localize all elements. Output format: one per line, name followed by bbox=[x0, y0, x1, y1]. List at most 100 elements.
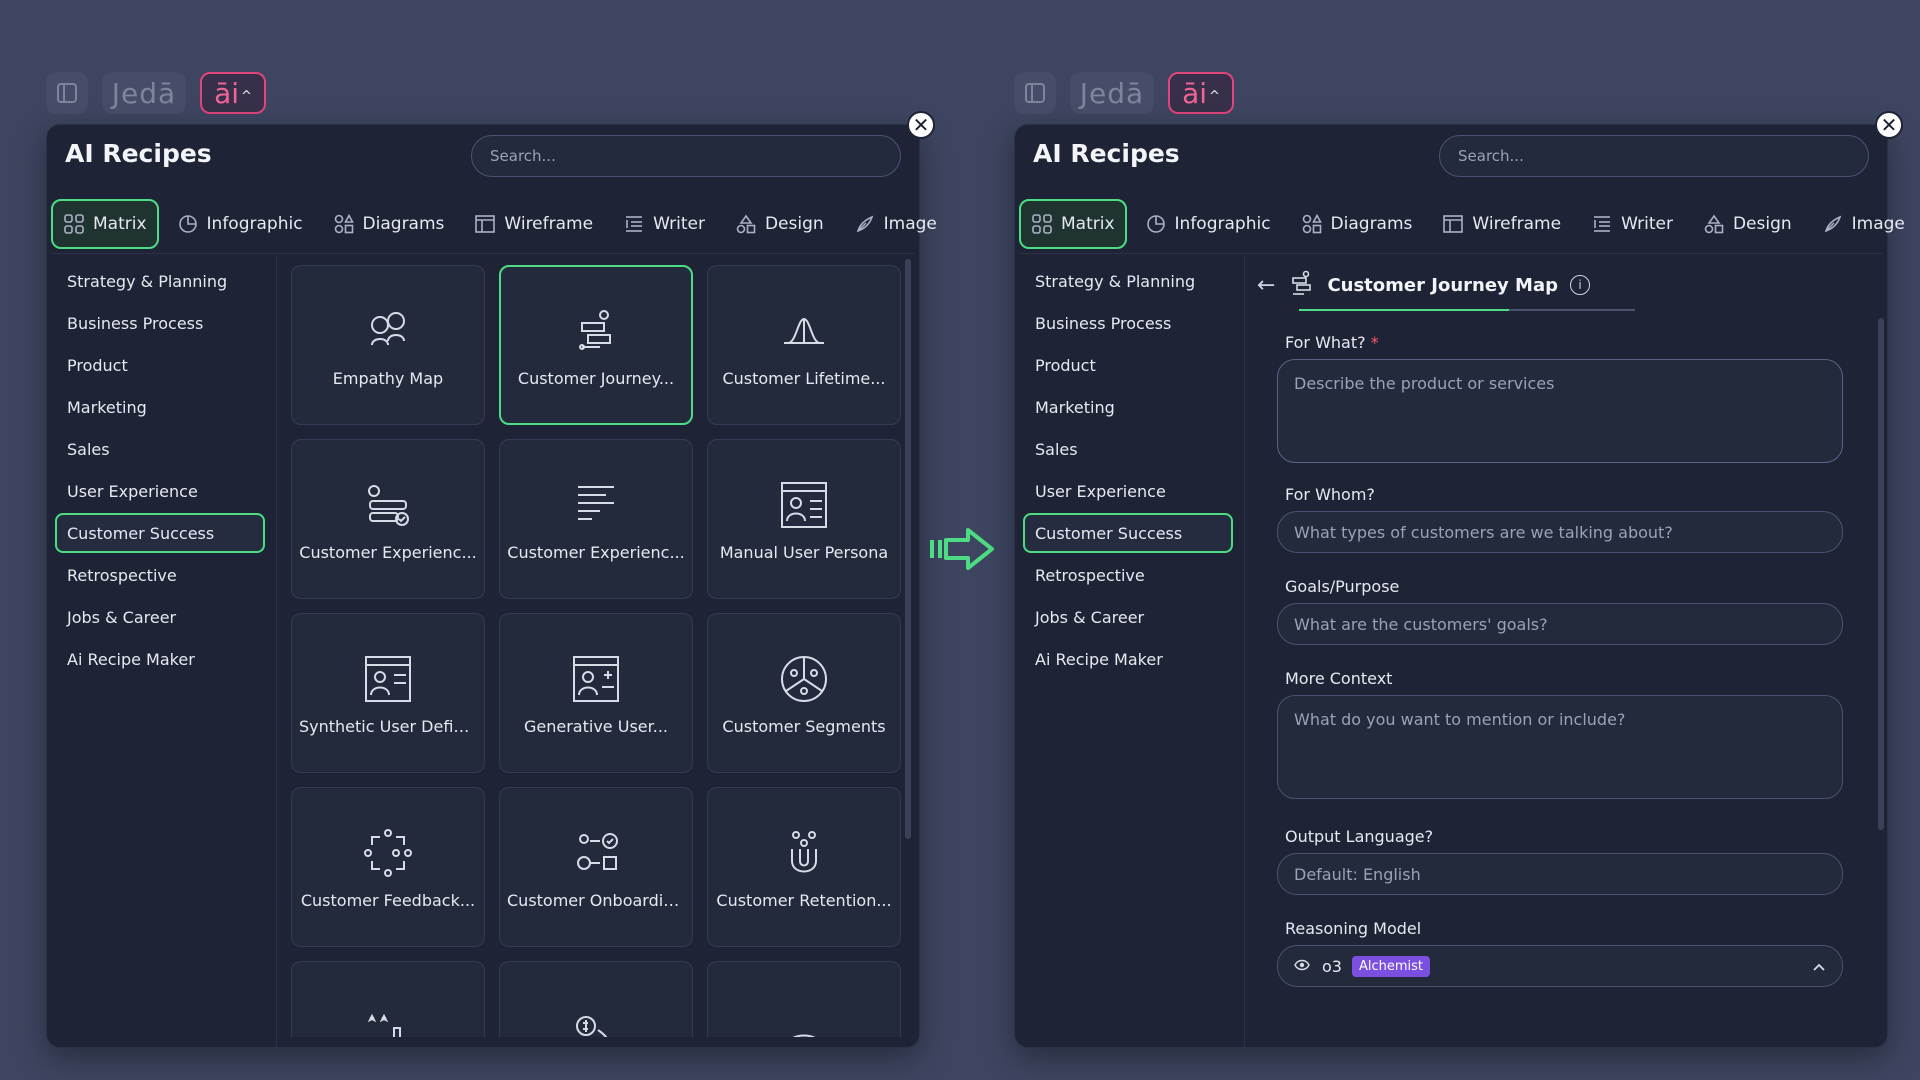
for-what-textarea[interactable]: Describe the product or services bbox=[1277, 359, 1843, 463]
goals-input[interactable]: What are the customers' goals? bbox=[1277, 603, 1843, 645]
category-tabs: Matrix Infographic Diagrams Wireframe Wr… bbox=[1019, 199, 1917, 249]
category-tabs: Matrix Infographic Diagrams Wireframe Wr… bbox=[51, 199, 949, 249]
recipe-card-customer-segments[interactable]: Customer Segments bbox=[707, 613, 901, 773]
tab-infographic[interactable]: Infographic bbox=[1133, 199, 1283, 249]
synthetic-user-icon bbox=[360, 651, 416, 707]
recipe-card-customer-lifetime[interactable]: Customer Lifetime... bbox=[707, 265, 901, 425]
chevron-up-icon[interactable] bbox=[1812, 957, 1826, 976]
grid-scrollbar[interactable] bbox=[905, 259, 911, 839]
search-input[interactable]: Search... bbox=[471, 135, 901, 177]
card-label: Customer Journey... bbox=[517, 368, 675, 388]
sidebar-item-customer-success[interactable]: Customer Success bbox=[1023, 513, 1233, 553]
tab-writer[interactable]: Writer bbox=[1579, 199, 1685, 249]
sidebar-item-marketing[interactable]: Marketing bbox=[55, 387, 265, 427]
sidebar-item-ai-recipe-maker[interactable]: Ai Recipe Maker bbox=[1023, 639, 1233, 679]
recipe-card-customer-retention[interactable]: Customer Retention... bbox=[707, 787, 901, 947]
recipe-card-empathy-map[interactable]: Empathy Map bbox=[291, 265, 485, 425]
for-whom-label: For Whom? bbox=[1285, 485, 1375, 504]
grid-icon bbox=[1031, 213, 1053, 235]
tab-design[interactable]: Design bbox=[723, 199, 836, 249]
info-icon[interactable]: i bbox=[1569, 275, 1590, 295]
tab-matrix[interactable]: Matrix bbox=[1019, 199, 1127, 249]
close-button[interactable]: ✕ bbox=[1875, 111, 1903, 139]
sidebar-item-sales[interactable]: Sales bbox=[55, 429, 265, 469]
sidebar-item-ai-recipe-maker[interactable]: Ai Recipe Maker bbox=[55, 639, 265, 679]
ai-recipes-panel-form: ✕ AI Recipes Search... Matrix Infographi… bbox=[1014, 111, 1905, 1048]
recipe-card-generative-user[interactable]: Generative User... bbox=[499, 613, 693, 773]
tab-image[interactable]: Image bbox=[1810, 199, 1917, 249]
form-scrollbar[interactable] bbox=[1878, 318, 1884, 830]
recipe-card-synthetic-user[interactable]: Synthetic User Defin... bbox=[291, 613, 485, 773]
tab-infographic[interactable]: Infographic bbox=[165, 199, 315, 249]
jeda-logo[interactable]: Jedā bbox=[1070, 72, 1154, 114]
card-label: Customer Onboardin... bbox=[507, 890, 685, 910]
sidebar-item-customer-success[interactable]: Customer Success bbox=[55, 513, 265, 553]
pie-icon bbox=[1145, 213, 1167, 235]
journey-icon bbox=[568, 303, 624, 359]
recipe-card-dome[interactable] bbox=[707, 961, 901, 1037]
tab-label: Design bbox=[1732, 214, 1792, 234]
tab-wireframe[interactable]: Wireframe bbox=[462, 199, 605, 249]
sidebar-item-product[interactable]: Product bbox=[55, 345, 265, 385]
tab-label: Writer bbox=[653, 214, 705, 234]
writer-icon bbox=[1591, 213, 1613, 235]
model-select[interactable]: o3 Alchemist bbox=[1277, 945, 1843, 987]
jeda-logo[interactable]: Jedā bbox=[102, 72, 186, 114]
sidebar-item-business-process[interactable]: Business Process bbox=[55, 303, 265, 343]
sidebar-item-jobs-career[interactable]: Jobs & Career bbox=[55, 597, 265, 637]
recipe-card-manual-user-persona[interactable]: Manual User Persona bbox=[707, 439, 901, 599]
sidebar-toggle-button[interactable] bbox=[1014, 72, 1056, 114]
language-input[interactable]: Default: English bbox=[1277, 853, 1843, 895]
recipe-card-customer-experience[interactable]: Customer Experienc... bbox=[291, 439, 485, 599]
sidebar-item-marketing[interactable]: Marketing bbox=[1023, 387, 1233, 427]
sidebar-item-user-experience[interactable]: User Experience bbox=[1023, 471, 1233, 511]
form-header: ← Customer Journey Map i bbox=[1257, 269, 1590, 301]
sidebar-divider bbox=[276, 255, 277, 1047]
pie-icon bbox=[177, 213, 199, 235]
tab-image[interactable]: Image bbox=[842, 199, 949, 249]
recipe-card-customer-feedback[interactable]: Customer Feedback... bbox=[291, 787, 485, 947]
close-button[interactable]: ✕ bbox=[907, 111, 935, 139]
design-icon bbox=[735, 213, 757, 235]
recipe-card-customer-onboarding[interactable]: Customer Onboardin... bbox=[499, 787, 693, 947]
tab-diagrams[interactable]: Diagrams bbox=[321, 199, 457, 249]
recipe-card-customer-journey[interactable]: Customer Journey... bbox=[499, 265, 693, 425]
sidebar-item-business-process[interactable]: Business Process bbox=[1023, 303, 1233, 343]
sidebar-item-product[interactable]: Product bbox=[1023, 345, 1233, 385]
rating-chart-icon bbox=[360, 1008, 416, 1037]
sidebar-item-retrospective[interactable]: Retrospective bbox=[55, 555, 265, 595]
category-sidebar: Strategy & Planning Business Process Pro… bbox=[55, 261, 265, 681]
tab-design[interactable]: Design bbox=[1691, 199, 1804, 249]
recipe-form: ← Customer Journey Map i For What? * Des… bbox=[1247, 259, 1877, 1039]
card-label: Empathy Map bbox=[332, 368, 444, 388]
sidebar-item-sales[interactable]: Sales bbox=[1023, 429, 1233, 469]
tab-label: Infographic bbox=[1174, 214, 1271, 234]
back-arrow-icon[interactable]: ← bbox=[1257, 273, 1275, 298]
ai-menu-button[interactable]: āi ^ bbox=[200, 72, 266, 114]
sidebar-item-user-experience[interactable]: User Experience bbox=[55, 471, 265, 511]
design-icon bbox=[1703, 213, 1725, 235]
dome-icon bbox=[776, 1008, 832, 1037]
sidebar-item-strategy[interactable]: Strategy & Planning bbox=[1023, 261, 1233, 301]
ai-menu-button[interactable]: āi ^ bbox=[1168, 72, 1234, 114]
card-label: Synthetic User Defin... bbox=[299, 716, 477, 736]
context-textarea[interactable]: What do you want to mention or include? bbox=[1277, 695, 1843, 799]
search-input[interactable]: Search... bbox=[1439, 135, 1869, 177]
sidebar-toggle-button[interactable] bbox=[46, 72, 88, 114]
tab-label: Matrix bbox=[1061, 214, 1115, 234]
segments-icon bbox=[776, 651, 832, 707]
tab-label: Wireframe bbox=[504, 214, 594, 234]
tab-label: Diagrams bbox=[1330, 214, 1413, 234]
experience-list-icon bbox=[568, 477, 624, 533]
for-whom-input[interactable]: What types of customers are we talking a… bbox=[1277, 511, 1843, 553]
recipe-card-customer-experience-2[interactable]: Customer Experienc... bbox=[499, 439, 693, 599]
sidebar-item-jobs-career[interactable]: Jobs & Career bbox=[1023, 597, 1233, 637]
recipe-card-money[interactable] bbox=[499, 961, 693, 1037]
tab-writer[interactable]: Writer bbox=[611, 199, 717, 249]
sidebar-item-retrospective[interactable]: Retrospective bbox=[1023, 555, 1233, 595]
recipe-card-rating-chart[interactable] bbox=[291, 961, 485, 1037]
sidebar-item-strategy[interactable]: Strategy & Planning bbox=[55, 261, 265, 301]
tab-diagrams[interactable]: Diagrams bbox=[1289, 199, 1425, 249]
tab-wireframe[interactable]: Wireframe bbox=[1430, 199, 1573, 249]
tab-matrix[interactable]: Matrix bbox=[51, 199, 159, 249]
